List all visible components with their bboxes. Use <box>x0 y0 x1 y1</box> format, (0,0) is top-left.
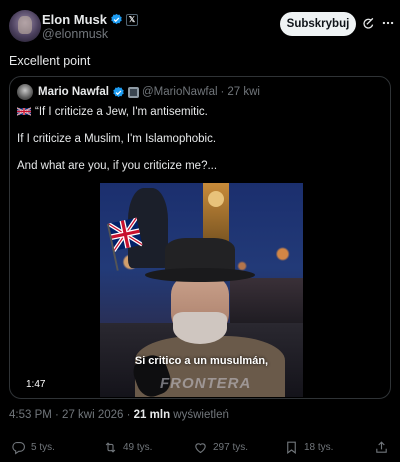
tweet-header: Elon Musk 𝕏 @elonmusk Subskrybuj <box>9 10 394 42</box>
quote-author-name[interactable]: Mario Nawfal <box>38 86 109 98</box>
tweet-text: Excellent point <box>9 54 91 68</box>
bookmark-button[interactable]: 18 tys. <box>284 440 333 455</box>
author-handle[interactable]: @elonmusk <box>42 27 108 41</box>
timestamp-text[interactable]: 4:53 PM · 27 kwi 2026 · <box>9 409 134 421</box>
video-duration: 1:47 <box>24 377 48 392</box>
author-name[interactable]: Elon Musk <box>42 12 107 27</box>
affiliate-badge-icon[interactable] <box>127 86 139 98</box>
quote-separator: · <box>220 86 225 98</box>
x-affiliate-icon[interactable]: 𝕏 <box>126 13 139 26</box>
like-icon <box>195 443 206 454</box>
video-watermark: FRONTERA <box>160 375 252 392</box>
grok-icon[interactable] <box>362 17 375 30</box>
verified-icon <box>113 86 124 97</box>
bookmark-count: 18 tys. <box>304 442 334 453</box>
uk-flag-icon <box>17 107 31 116</box>
like-button[interactable]: 297 tys. <box>193 440 248 455</box>
quote-header: Mario Nawfal @MarioNawfal · 27 kwi <box>17 84 260 100</box>
clock-tower <box>203 183 229 243</box>
like-count: 297 tys. <box>213 442 249 453</box>
share-icon <box>376 441 387 453</box>
more-icon[interactable] <box>381 16 395 30</box>
quote-author-handle[interactable]: @MarioNawfal <box>142 86 218 98</box>
repost-icon <box>105 442 116 453</box>
views-label: wyświetleń <box>170 409 229 421</box>
quote-avatar[interactable] <box>17 84 33 100</box>
verified-icon <box>111 13 122 25</box>
quote-line-1-text: “If I criticize a Jew, I'm antisemitic. <box>35 106 208 118</box>
subscribe-button[interactable]: Subskrybuj <box>280 12 356 36</box>
tweet-timestamp: 4:53 PM · 27 kwi 2026 · 21 mln wyświetle… <box>9 409 229 421</box>
share-button[interactable] <box>374 440 389 455</box>
video-player[interactable]: Si critico a un musulmán, FRONTERA <box>100 183 303 397</box>
quote-line-1: “If I criticize a Jew, I'm antisemitic. <box>17 106 208 118</box>
avatar[interactable] <box>9 10 41 42</box>
interviewee <box>129 238 285 397</box>
video-subtitle: Si critico a un musulmán, <box>134 355 269 367</box>
views-count[interactable]: 21 mln <box>134 409 170 421</box>
reply-icon <box>12 441 25 455</box>
action-bar: 5 tys. 49 tys. 297 tys. 18 tys. <box>0 440 400 460</box>
repost-count: 49 tys. <box>123 442 153 453</box>
reply-count: 5 tys. <box>31 442 55 453</box>
author-name-row: Elon Musk 𝕏 <box>42 12 139 27</box>
quote-line-3: And what are you, if you criticize me?..… <box>17 160 218 172</box>
quote-line-2: If I criticize a Muslim, I'm Islamophobi… <box>17 133 217 145</box>
quoted-post[interactable]: Mario Nawfal @MarioNawfal · 27 kwi “If I… <box>9 76 391 399</box>
reply-button[interactable]: 5 tys. <box>11 440 55 455</box>
bookmark-icon <box>287 441 296 454</box>
quote-date[interactable]: 27 kwi <box>227 86 260 98</box>
repost-button[interactable]: 49 tys. <box>103 440 152 455</box>
